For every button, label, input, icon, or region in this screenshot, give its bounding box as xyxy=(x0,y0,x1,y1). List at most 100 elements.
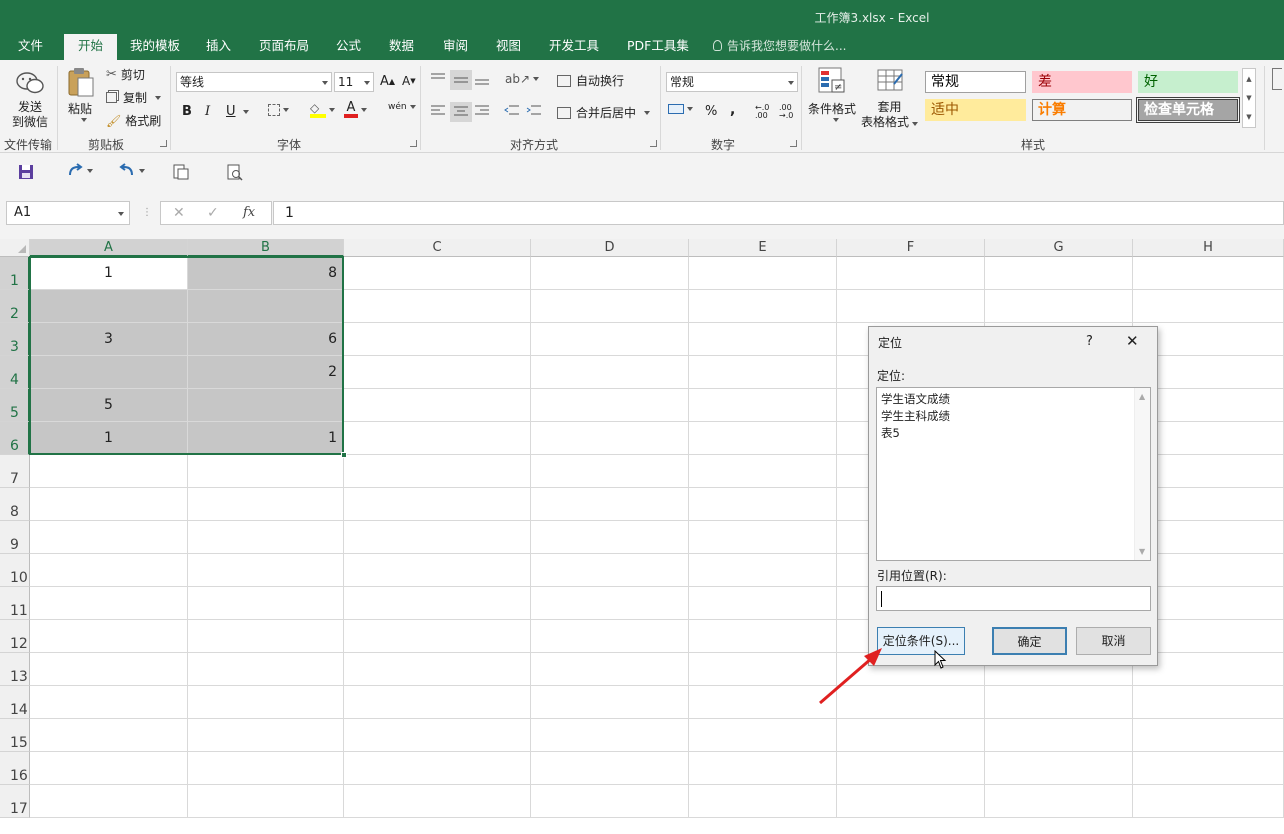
tab-home[interactable]: 开始 xyxy=(64,34,118,60)
cell-d16[interactable] xyxy=(531,752,689,785)
cell-b15[interactable] xyxy=(188,719,344,752)
formula-input[interactable]: 1 xyxy=(273,201,1284,225)
tell-me-box[interactable]: 告诉我您想要做什么... xyxy=(703,34,856,60)
cell-a17[interactable] xyxy=(30,785,188,818)
row-header[interactable]: 17 xyxy=(0,785,30,818)
special-button[interactable]: 定位条件(S)... xyxy=(877,627,965,655)
cell-e1[interactable] xyxy=(689,257,837,290)
reference-input[interactable] xyxy=(876,586,1151,611)
cell-b1[interactable]: 8 xyxy=(188,257,344,290)
list-item[interactable]: 表5 xyxy=(881,425,900,441)
align-center-icon[interactable] xyxy=(450,102,472,122)
cell-d12[interactable] xyxy=(531,620,689,653)
row-header[interactable]: 9 xyxy=(0,521,30,554)
cell-b13[interactable] xyxy=(188,653,344,686)
cell-a15[interactable] xyxy=(30,719,188,752)
font-launcher[interactable] xyxy=(410,140,417,147)
cell-c2[interactable] xyxy=(344,290,531,323)
cell-h16[interactable] xyxy=(1133,752,1284,785)
cell-c17[interactable] xyxy=(344,785,531,818)
cell-a6[interactable]: 1 xyxy=(30,422,188,455)
cell-a16[interactable] xyxy=(30,752,188,785)
cell-e3[interactable] xyxy=(689,323,837,356)
style-calculation[interactable]: 计算 xyxy=(1032,99,1132,121)
cell-g15[interactable] xyxy=(985,719,1133,752)
cell-d7[interactable] xyxy=(531,455,689,488)
orientation-icon[interactable]: ab↗ xyxy=(505,72,540,86)
redo-icon[interactable] xyxy=(66,163,93,179)
send-to-wechat-button[interactable]: 发送 到微信 xyxy=(10,100,50,130)
cell-d1[interactable] xyxy=(531,257,689,290)
cell-e8[interactable] xyxy=(689,488,837,521)
cancel-icon[interactable]: ✕ xyxy=(173,205,185,221)
cell-a1[interactable]: 1 xyxy=(30,257,188,290)
ok-button[interactable]: 确定 xyxy=(992,627,1067,655)
zoom-preview-icon[interactable] xyxy=(226,163,244,181)
name-box[interactable]: A1 xyxy=(6,201,130,225)
merge-center-button[interactable]: 合并后居中 xyxy=(557,104,651,121)
decrease-decimal-icon[interactable]: .00 →.0 xyxy=(779,104,793,120)
cell-d9[interactable] xyxy=(531,521,689,554)
column-header-d[interactable]: D xyxy=(531,239,689,257)
undo-icon[interactable] xyxy=(118,163,145,179)
cell-g14[interactable] xyxy=(985,686,1133,719)
column-header-c[interactable]: C xyxy=(344,239,531,257)
cell-f17[interactable] xyxy=(837,785,985,818)
row-header[interactable]: 12 xyxy=(0,620,30,653)
cell-b12[interactable] xyxy=(188,620,344,653)
cell-h2[interactable] xyxy=(1133,290,1284,323)
cell-c8[interactable] xyxy=(344,488,531,521)
help-button[interactable]: ? xyxy=(1086,334,1093,349)
cell-b6[interactable]: 1 xyxy=(188,422,344,455)
cell-d17[interactable] xyxy=(531,785,689,818)
cell-c1[interactable] xyxy=(344,257,531,290)
tab-page-layout[interactable]: 页面布局 xyxy=(249,34,319,60)
cell-b17[interactable] xyxy=(188,785,344,818)
cell-d8[interactable] xyxy=(531,488,689,521)
cell-a11[interactable] xyxy=(30,587,188,620)
column-header-b[interactable]: B xyxy=(188,239,344,257)
increase-decimal-icon[interactable]: ←.0.00 xyxy=(755,104,769,120)
goto-list[interactable]: 学生语文成绩 学生主科成绩 表5 ▲ ▼ xyxy=(876,387,1151,561)
cell-e5[interactable] xyxy=(689,389,837,422)
row-header[interactable]: 1 xyxy=(0,257,30,290)
align-right-icon[interactable] xyxy=(474,104,490,118)
save-icon[interactable] xyxy=(18,164,34,180)
table-format-button[interactable]: 套用 表格格式 xyxy=(861,100,919,130)
cell-g2[interactable] xyxy=(985,290,1133,323)
cell-b4[interactable]: 2 xyxy=(188,356,344,389)
column-header-g[interactable]: G xyxy=(985,239,1133,257)
cell-e7[interactable] xyxy=(689,455,837,488)
comma-button[interactable]: , xyxy=(730,102,735,118)
row-header[interactable]: 15 xyxy=(0,719,30,752)
cell-e17[interactable] xyxy=(689,785,837,818)
cell-e6[interactable] xyxy=(689,422,837,455)
conditional-format-dropdown[interactable] xyxy=(830,118,839,122)
italic-button[interactable]: I xyxy=(205,104,210,119)
select-all-corner[interactable] xyxy=(0,239,30,257)
align-launcher[interactable] xyxy=(650,140,657,147)
cell-b3[interactable]: 6 xyxy=(188,323,344,356)
wrap-text-button[interactable]: 自动换行 xyxy=(557,72,624,89)
underline-dropdown[interactable] xyxy=(240,110,249,114)
close-icon[interactable]: ✕ xyxy=(1126,332,1139,350)
font-name-select[interactable]: 等线 xyxy=(176,72,332,92)
copy-button[interactable]: 复制 xyxy=(106,89,162,106)
cell-c14[interactable] xyxy=(344,686,531,719)
style-normal[interactable]: 常规 xyxy=(925,71,1026,93)
cancel-button[interactable]: 取消 xyxy=(1076,627,1151,655)
style-check-cell[interactable]: 检查单元格 xyxy=(1136,97,1240,123)
align-top-icon[interactable] xyxy=(430,72,446,86)
cell-c13[interactable] xyxy=(344,653,531,686)
list-item[interactable]: 学生语文成绩 xyxy=(881,391,950,407)
cell-a12[interactable] xyxy=(30,620,188,653)
tab-data[interactable]: 数据 xyxy=(379,34,424,60)
number-format-select[interactable]: 常规 xyxy=(666,72,798,92)
phonetic-button[interactable]: wén xyxy=(388,102,416,112)
cell-h17[interactable] xyxy=(1133,785,1284,818)
column-header-h[interactable]: H xyxy=(1133,239,1284,257)
row-header[interactable]: 4 xyxy=(0,356,30,389)
styles-scroll[interactable]: ▲ ▼ ▼ xyxy=(1242,68,1256,128)
row-header[interactable]: 8 xyxy=(0,488,30,521)
row-header[interactable]: 3 xyxy=(0,323,30,356)
